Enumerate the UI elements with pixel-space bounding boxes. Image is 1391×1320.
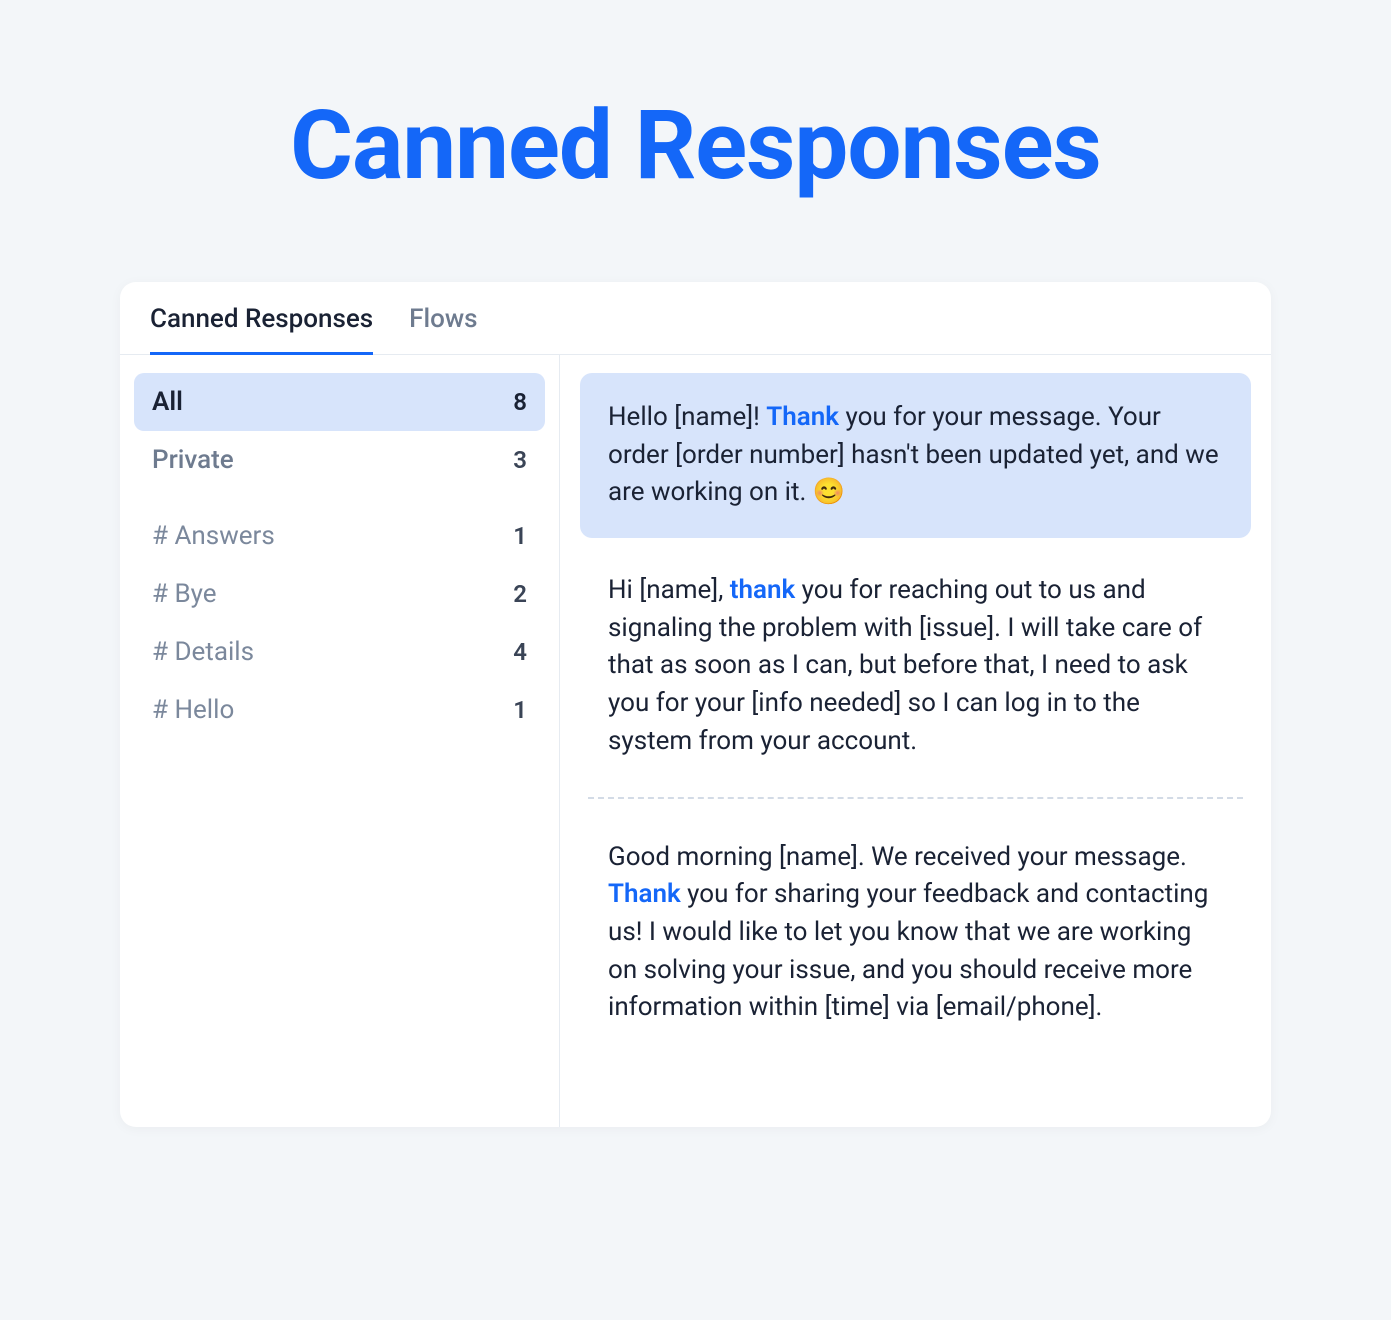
sidebar-item-details[interactable]: # Details 4 — [134, 623, 545, 681]
responses-panel: Hello [name]! Thank you for your message… — [560, 355, 1271, 1127]
sidebar-item-label: All — [152, 387, 183, 417]
sidebar-item-hello[interactable]: # Hello 1 — [134, 681, 545, 739]
canned-responses-card: Canned Responses Flows All 8 Private 3 # Answ… — [120, 282, 1271, 1127]
page-title: Canned Responses — [120, 90, 1271, 202]
response-divider — [588, 797, 1243, 799]
sidebar: All8Private3# Answers1# Bye2# Details4# … — [120, 355, 560, 1127]
response-text: Hello [name]! — [608, 402, 766, 432]
sidebar-group: # Answers 1 # Bye 2 # Details 4 # Hello 1 — [134, 507, 545, 739]
sidebar-item-label: # Hello — [152, 695, 234, 725]
sidebar-item-private[interactable]: Private 3 — [134, 431, 545, 489]
sidebar-item-answers[interactable]: # Answers 1 — [134, 507, 545, 565]
sidebar-item-count: 3 — [513, 446, 527, 474]
sidebar-item-all[interactable]: All 8 — [134, 373, 545, 431]
response-item[interactable]: Good morning [name]. We received your me… — [580, 813, 1251, 1053]
tabs-bar: Canned Responses Flows — [120, 282, 1271, 355]
sidebar-item-label: Private — [152, 445, 234, 475]
response-highlight: Thank — [608, 879, 681, 909]
response-text: Hi [name], — [608, 575, 730, 605]
sidebar-item-label: # Answers — [152, 521, 275, 551]
sidebar-item-count: 2 — [513, 580, 527, 608]
sidebar-item-bye[interactable]: # Bye 2 — [134, 565, 545, 623]
app-frame: Canned Responses Canned Responses Flows A… — [30, 30, 1361, 1290]
sidebar-item-count: 8 — [513, 388, 527, 416]
sidebar-item-label: # Bye — [152, 579, 217, 609]
response-item[interactable]: Hi [name], thank you for reaching out to… — [580, 546, 1251, 786]
response-text: Good morning [name]. We received your me… — [608, 842, 1187, 872]
tab-flows[interactable]: Flows — [409, 304, 477, 355]
sidebar-group: All 8 Private 3 — [134, 373, 545, 489]
response-highlight: thank — [730, 575, 795, 605]
sidebar-item-count: 1 — [513, 522, 527, 550]
tab-canned-responses[interactable]: Canned Responses — [150, 304, 373, 355]
card-body: All8Private3# Answers1# Bye2# Details4# … — [120, 355, 1271, 1127]
response-item[interactable]: Hello [name]! Thank you for your message… — [580, 373, 1251, 538]
sidebar-item-count: 1 — [513, 696, 527, 724]
response-highlight: Thank — [766, 402, 839, 432]
sidebar-item-label: # Details — [152, 637, 254, 667]
sidebar-item-count: 4 — [513, 638, 527, 666]
response-text: you for sharing your feedback and contac… — [608, 879, 1208, 1022]
